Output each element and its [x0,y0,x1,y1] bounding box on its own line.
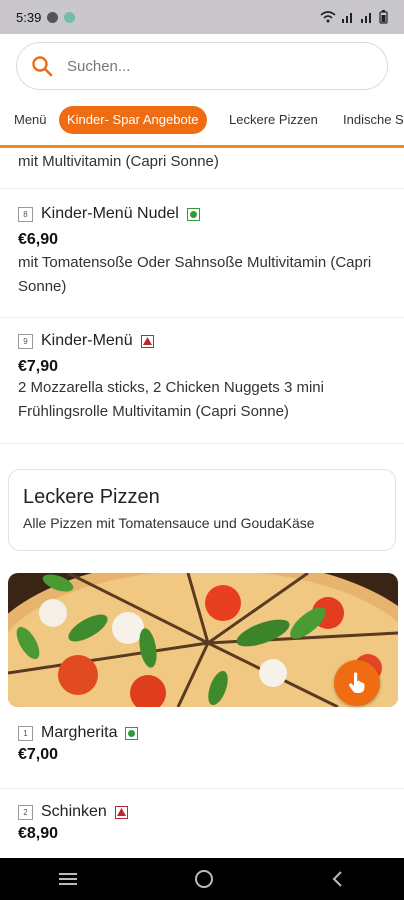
item-price: €7,00 [18,746,59,763]
menu-item[interactable]: 2 Schinken €8,90 [0,789,404,859]
signal-icon-2 [361,13,371,23]
veg-icon [125,726,139,740]
menu-item[interactable]: 1 Margherita €7,00 [0,708,404,789]
status-time: 5:39 [16,9,42,25]
hand-pointer-icon [349,672,365,693]
search-input[interactable] [65,56,349,76]
category-subtitle: Alle Pizzen mit Tomatensauce und GoudaKä… [23,515,315,531]
tap-hand-button[interactable] [334,660,380,706]
menu-item[interactable]: 9 Kinder-Menü €7,90 2 Mozzarella sticks,… [0,318,404,444]
search-bar[interactable] [16,42,388,90]
item-description: mit Multivitamin (Capri Sonne) [18,153,219,170]
app-header: Menü Kinder- Spar Angebote Leckere Pizze… [0,34,404,148]
menu-item[interactable]: 8 Kinder-Menü Nudel €6,90 mit Tomatensoß… [0,189,404,318]
tab-menu[interactable]: Menü [6,106,55,134]
tab-indische[interactable]: Indische S [335,106,404,134]
item-description: 2 Mozzarella sticks, 2 Chicken Nuggets 3… [18,379,324,420]
battery-icon [379,10,388,24]
item-name: Margherita [41,724,118,741]
tab-leckere-pizzen[interactable]: Leckere Pizzen [221,106,326,134]
menu-icon[interactable] [58,871,78,887]
item-price: €7,90 [18,358,59,375]
signal-icon [342,13,352,23]
notification-icon [47,11,59,23]
wifi-icon [320,11,336,23]
item-price: €8,90 [18,825,59,842]
tab-kinder-spar-angebote[interactable]: Kinder- Spar Angebote [59,106,207,134]
category-header: Leckere Pizzen Alle Pizzen mit Tomatensa… [8,469,396,551]
back-icon[interactable] [330,870,346,888]
item-number: 9 [18,333,33,349]
home-icon[interactable] [194,869,214,889]
veg-icon [186,207,200,221]
category-tabs: Menü Kinder- Spar Angebote Leckere Pizze… [0,106,404,136]
menu-item-partial[interactable]: mit Multivitamin (Capri Sonne) [0,148,404,189]
search-icon [32,56,53,77]
nonveg-icon [114,805,128,819]
item-number: 2 [18,804,33,820]
item-name: Kinder-Menü [41,332,133,349]
item-price: €6,90 [18,231,59,248]
item-name: Kinder-Menü Nudel [41,205,179,222]
status-bar: 5:39 [0,0,404,34]
item-description: mit Tomatensoße Oder Sahnsoße Multivitam… [18,254,372,295]
nonveg-icon [140,334,154,348]
item-name: Schinken [41,803,107,820]
item-number: 8 [18,206,33,222]
item-number: 1 [18,725,33,741]
app-notification-icon [64,11,76,23]
category-title: Leckere Pizzen [23,486,160,508]
system-navigation-bar [0,858,404,900]
